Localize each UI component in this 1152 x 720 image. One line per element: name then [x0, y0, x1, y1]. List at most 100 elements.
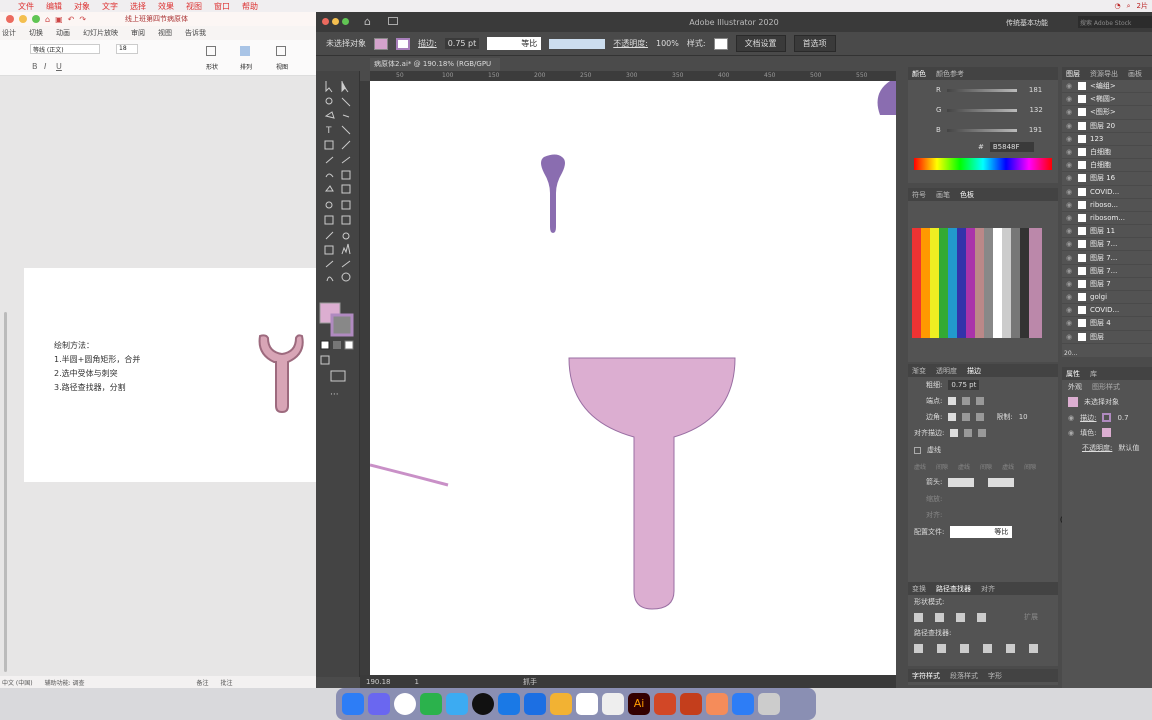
italic-icon[interactable]: I: [44, 62, 46, 71]
visibility-eye-icon[interactable]: ◉: [1068, 429, 1074, 437]
preferences-button[interactable]: 首选项: [793, 35, 836, 52]
divide-icon[interactable]: [914, 643, 923, 653]
opacity-label[interactable]: 不透明度:: [613, 38, 648, 49]
artboard-number-field[interactable]: 1: [415, 678, 419, 686]
tab-pathfinder[interactable]: 路径查找器: [936, 584, 971, 594]
layer-name[interactable]: 图层 20: [1090, 121, 1115, 131]
tab-slideshow[interactable]: 幻灯片放映: [83, 28, 118, 38]
visibility-eye-icon[interactable]: ◉: [1066, 174, 1074, 182]
tab-paragraph-styles[interactable]: 段落样式: [950, 671, 978, 681]
tell-me[interactable]: 告诉我: [185, 28, 206, 38]
layer-name[interactable]: 图层: [1090, 332, 1104, 342]
bold-icon[interactable]: B: [32, 62, 38, 71]
layer-name[interactable]: 图层 4: [1090, 318, 1111, 328]
layer-row[interactable]: ◉ 图层 20: [1062, 120, 1152, 133]
visibility-eye-icon[interactable]: ◉: [1066, 122, 1074, 130]
tab-asset-export[interactable]: 资源导出: [1090, 69, 1118, 79]
crop-icon[interactable]: [983, 643, 992, 653]
expand-button[interactable]: 扩展: [1024, 612, 1038, 622]
visibility-eye-icon[interactable]: ◉: [1066, 240, 1074, 248]
underline-icon[interactable]: U: [56, 62, 62, 71]
menu-item[interactable]: 效果: [158, 1, 174, 12]
tab-transitions[interactable]: 切换: [29, 28, 43, 38]
notion-icon[interactable]: [576, 693, 598, 715]
books-icon[interactable]: [706, 693, 728, 715]
dashed-checkbox[interactable]: [914, 446, 921, 454]
cap-butt-icon[interactable]: [948, 397, 957, 405]
cap-round-icon[interactable]: [962, 397, 971, 405]
home-icon[interactable]: ⌂: [364, 15, 371, 28]
layer-row[interactable]: ◉ 图层 4: [1062, 317, 1152, 331]
appearance-stroke-swatch[interactable]: [1102, 413, 1112, 422]
trim-icon[interactable]: [937, 643, 946, 653]
intersect-icon[interactable]: [956, 612, 965, 622]
visibility-eye-icon[interactable]: ◉: [1066, 108, 1074, 116]
layer-name[interactable]: <图形>: [1090, 107, 1116, 117]
layer-name[interactable]: 图层 11: [1090, 226, 1115, 236]
appearance-fill-label[interactable]: 填色:: [1080, 428, 1096, 438]
appearance-opacity-label[interactable]: 不透明度:: [1082, 443, 1112, 453]
visibility-eye-icon[interactable]: ◉: [1066, 82, 1074, 90]
tab-gradient[interactable]: 渐变: [912, 366, 926, 376]
layer-row[interactable]: ◉ riboso...: [1062, 199, 1152, 212]
layer-name[interactable]: 白细胞: [1090, 160, 1111, 170]
view-icon[interactable]: [276, 46, 286, 56]
layer-row[interactable]: ◉ <编组>: [1062, 80, 1152, 94]
tab-libraries[interactable]: 库: [1090, 369, 1097, 379]
arrowhead-start-select[interactable]: [948, 477, 975, 487]
tab-symbols[interactable]: 符号: [912, 190, 926, 200]
office-icon[interactable]: [654, 693, 676, 715]
menu-item[interactable]: 窗口: [214, 1, 230, 12]
appearance-stroke-value[interactable]: 0.7: [1117, 414, 1128, 422]
align-inside-icon[interactable]: [964, 429, 973, 437]
canvas-area[interactable]: [370, 81, 896, 675]
layer-row[interactable]: ◉ 白细胞: [1062, 146, 1152, 160]
tab-stroke[interactable]: 描边: [967, 366, 981, 376]
layer-name[interactable]: ribosom...: [1090, 214, 1125, 222]
layer-row[interactable]: ◉ 图层 16: [1062, 172, 1152, 186]
menu-item[interactable]: 文件: [18, 1, 34, 12]
tab-color[interactable]: 颜色: [912, 69, 926, 79]
layer-name[interactable]: riboso...: [1090, 201, 1118, 209]
merge-icon[interactable]: [960, 643, 969, 653]
redo-icon[interactable]: ↷: [79, 15, 86, 24]
g-value[interactable]: 132: [1029, 106, 1042, 114]
swatch-grid[interactable]: [912, 228, 1042, 338]
r-slider[interactable]: [946, 88, 1017, 92]
visibility-eye-icon[interactable]: ◉: [1066, 161, 1074, 169]
tab-artboards[interactable]: 画板: [1128, 69, 1142, 79]
visibility-eye-icon[interactable]: ◉: [1066, 280, 1074, 288]
visibility-eye-icon[interactable]: ◉: [1066, 267, 1074, 275]
color-spectrum[interactable]: [914, 158, 1052, 170]
calculator-icon[interactable]: [602, 693, 624, 715]
tab-transparency[interactable]: 透明度: [936, 366, 957, 376]
undo-icon[interactable]: ↶: [68, 15, 75, 24]
layer-name[interactable]: 图层 7...: [1090, 239, 1117, 249]
shape-icon[interactable]: [206, 46, 216, 56]
zoom-icon[interactable]: [32, 15, 40, 23]
home-icon[interactable]: ⌂: [45, 15, 50, 24]
zoom-level-field[interactable]: 190.18: [366, 678, 391, 686]
layer-row[interactable]: ◉ <图形>: [1062, 106, 1152, 120]
layer-row[interactable]: ◉ 图层 11: [1062, 225, 1152, 239]
style-swatch[interactable]: [713, 37, 728, 50]
tab-brushes[interactable]: 画笔: [936, 190, 950, 200]
align-center-icon[interactable]: [950, 429, 959, 437]
launchpad-icon[interactable]: [368, 693, 390, 715]
search-input[interactable]: 搜索 Adobe Stock: [1078, 16, 1152, 28]
font-size-select[interactable]: 18: [116, 44, 138, 54]
tab-color-guide[interactable]: 颜色参考: [936, 69, 964, 79]
tab-design[interactable]: 设计: [2, 28, 16, 38]
appearance-label[interactable]: 外观: [1068, 382, 1082, 392]
artwork-layer[interactable]: [370, 81, 896, 675]
tab-character-styles[interactable]: 字符样式: [912, 671, 940, 681]
messages-icon[interactable]: [446, 693, 468, 715]
font-name-select[interactable]: 等线 (正文): [30, 44, 100, 54]
brush-select[interactable]: [549, 38, 606, 49]
tab-properties[interactable]: 属性: [1066, 369, 1080, 379]
chrome-icon[interactable]: [394, 693, 416, 715]
layer-name[interactable]: 图层 7...: [1090, 266, 1117, 276]
outline-icon[interactable]: [1006, 643, 1015, 653]
app-store-icon[interactable]: [732, 693, 754, 715]
visibility-eye-icon[interactable]: ◉: [1066, 201, 1074, 209]
